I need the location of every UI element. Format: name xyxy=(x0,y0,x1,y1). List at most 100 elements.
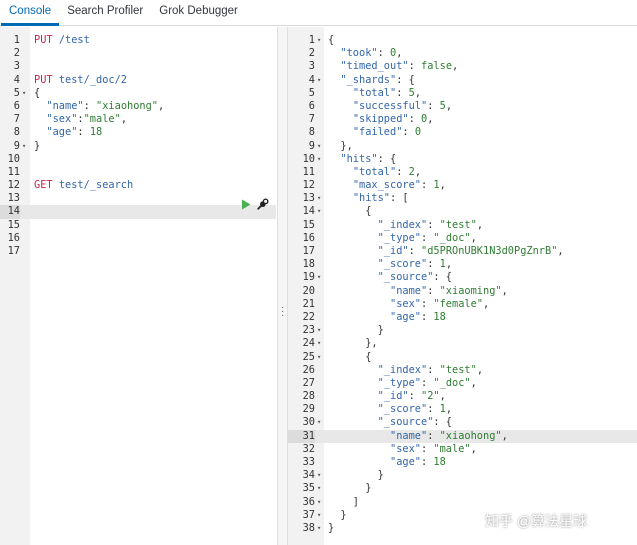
request-line[interactable]: 10 xyxy=(0,153,276,166)
fold-toggle-icon[interactable]: ▾ xyxy=(22,87,26,100)
fold-toggle-icon[interactable]: ▾ xyxy=(317,351,321,364)
code-text: "_index": "test", xyxy=(328,364,483,377)
response-line[interactable]: 33 "age": 18 xyxy=(288,456,637,469)
response-line[interactable]: 21 "sex": "female", xyxy=(288,298,637,311)
response-line[interactable]: 8 "failed": 0 xyxy=(288,126,637,139)
fold-toggle-icon[interactable]: ▾ xyxy=(317,205,321,218)
response-line[interactable]: 24 ▾ }, xyxy=(288,337,637,350)
request-line[interactable]: 8 "age": 18 xyxy=(0,126,276,139)
response-line[interactable]: 7 "skipped": 0, xyxy=(288,113,637,126)
response-line[interactable]: 20 "name": "xiaoming", xyxy=(288,285,637,298)
fold-toggle-icon[interactable]: ▾ xyxy=(317,153,321,166)
response-line[interactable]: 12 "max_score": 1, xyxy=(288,179,637,192)
request-line[interactable]: 9 ▾} xyxy=(0,140,276,153)
tab-grok-debugger[interactable]: Grok Debugger xyxy=(151,5,246,25)
response-line[interactable]: 16 "_type": "_doc", xyxy=(288,232,637,245)
request-line[interactable]: 15 xyxy=(0,219,276,232)
line-number: 8 xyxy=(13,126,20,139)
play-icon[interactable] xyxy=(241,197,251,215)
request-line[interactable]: 7 "sex":"male", xyxy=(0,113,276,126)
fold-toggle-icon[interactable]: ▾ xyxy=(317,416,321,429)
request-line[interactable]: 3 xyxy=(0,60,276,73)
fold-toggle-icon[interactable]: ▾ xyxy=(317,192,321,205)
fold-toggle-icon[interactable]: ▾ xyxy=(317,140,321,153)
code-text: "total": 2, xyxy=(328,166,421,179)
tab-search-profiler[interactable]: Search Profiler xyxy=(59,5,151,25)
response-line[interactable]: 30 ▾ "_source": { xyxy=(288,416,637,429)
fold-toggle-icon[interactable]: ▾ xyxy=(317,496,321,509)
response-line[interactable]: 4 ▾ "_shards": { xyxy=(288,74,637,87)
request-line[interactable]: 2 xyxy=(0,47,276,60)
response-line[interactable]: 23 ▾ } xyxy=(288,324,637,337)
code-token: : xyxy=(408,245,422,257)
response-line[interactable]: 35 ▾ } xyxy=(288,482,637,495)
request-line[interactable]: 16 xyxy=(0,232,276,245)
request-line[interactable]: 4 PUT test/_doc/2 xyxy=(0,74,276,87)
response-viewer[interactable]: 1 ▾{2 "took": 0, 3 "timed_out": false, 4 ▾ "… xyxy=(288,27,637,545)
response-line[interactable]: 2 "took": 0, xyxy=(288,47,637,60)
pane-resizer[interactable] xyxy=(277,27,288,545)
response-line[interactable]: 31 "name": "xiaohong", xyxy=(288,429,637,443)
request-line[interactable]: 17 xyxy=(0,245,276,258)
line-number: 9 xyxy=(308,139,315,152)
response-line[interactable]: 34 ▾ } xyxy=(288,469,637,482)
request-line[interactable]: 6 "name": "xiaohong", xyxy=(0,100,276,113)
request-line[interactable]: 5 ▾ { xyxy=(0,87,276,100)
code-token: : xyxy=(408,60,422,73)
response-line[interactable]: 10 ▾ "hits": { xyxy=(288,153,637,166)
response-line[interactable]: 27 "_type": "_doc", xyxy=(288,377,637,390)
vertical-grip-icon[interactable]: · · · xyxy=(281,303,284,321)
code-token: : { xyxy=(433,271,453,284)
line-number: 29 xyxy=(302,403,315,416)
code-text: } xyxy=(328,469,384,482)
fold-toggle-icon[interactable]: ▾ xyxy=(317,271,321,284)
code-text: "name": "xiaohong", xyxy=(328,430,508,443)
response-line[interactable]: 14 ▾ { xyxy=(288,205,637,218)
response-line[interactable]: 25 ▾ { xyxy=(288,351,637,364)
response-line[interactable]: 1 ▾ { xyxy=(288,34,637,47)
tab-console[interactable]: Console xyxy=(1,5,60,26)
request-line[interactable]: 11 xyxy=(0,166,276,179)
response-line[interactable]: 3 "timed_out": false, xyxy=(288,60,637,73)
response-line[interactable]: 32 "sex": "male", xyxy=(288,443,637,456)
response-line[interactable]: 28 "_id": "2", xyxy=(288,390,637,403)
response-line[interactable]: 15 "_index": "test", xyxy=(288,219,637,232)
fold-toggle-icon[interactable]: ▾ xyxy=(317,482,321,495)
response-line[interactable]: 13 ▾ "hits": [ xyxy=(288,192,637,205)
code-token: , xyxy=(445,403,453,416)
request-line[interactable]: 12 GET test/_search xyxy=(0,179,276,192)
response-line[interactable]: 17 "_id": "d5PROnUBK1N3d0PgZnrB", xyxy=(288,245,637,258)
request-line[interactable]: 13 xyxy=(0,192,276,205)
response-line[interactable]: 19 ▾ "_source": { xyxy=(288,271,637,284)
request-line[interactable]: 1 PUT /test xyxy=(0,34,276,47)
response-line[interactable]: 22 "age": 18 xyxy=(288,311,637,324)
fold-toggle-icon[interactable]: ▾ xyxy=(317,522,321,535)
wrench-icon[interactable] xyxy=(257,197,269,215)
request-editor[interactable]: 1 PUT /test 2 3 4 PUT test/_doc/2 5 ▾{6 "name":… xyxy=(0,27,276,545)
code-token: test/_doc/2 xyxy=(58,73,128,86)
code-token: "age" xyxy=(390,456,421,468)
fold-toggle-icon[interactable]: ▾ xyxy=(317,469,321,482)
code-text: "age": 18 xyxy=(328,456,446,469)
response-line[interactable]: 26 "_index": "test", xyxy=(288,364,637,377)
fold-toggle-icon[interactable]: ▾ xyxy=(22,140,26,153)
response-line[interactable]: 9 ▾ }, xyxy=(288,140,637,153)
response-line[interactable]: 11 "total": 2, xyxy=(288,166,637,179)
fold-toggle-icon[interactable]: ▾ xyxy=(317,74,321,87)
code-token: } xyxy=(34,139,41,152)
response-line[interactable]: 36 ▾ ] xyxy=(288,496,637,509)
response-line[interactable]: 6 "successful": 5, xyxy=(288,100,637,113)
response-line[interactable]: 18 "_score": 1, xyxy=(288,258,637,271)
response-line[interactable]: 29 "_score": 1, xyxy=(288,403,637,416)
fold-toggle-icon[interactable]: ▾ xyxy=(317,34,321,47)
response-line[interactable]: 5 "total": 5, xyxy=(288,87,637,100)
fold-toggle-icon[interactable]: ▾ xyxy=(317,324,321,337)
fold-toggle-icon[interactable]: ▾ xyxy=(317,337,321,350)
request-line[interactable]: 14 xyxy=(0,205,276,219)
code-token: : xyxy=(421,456,434,468)
fold-toggle-icon[interactable]: ▾ xyxy=(317,509,321,522)
